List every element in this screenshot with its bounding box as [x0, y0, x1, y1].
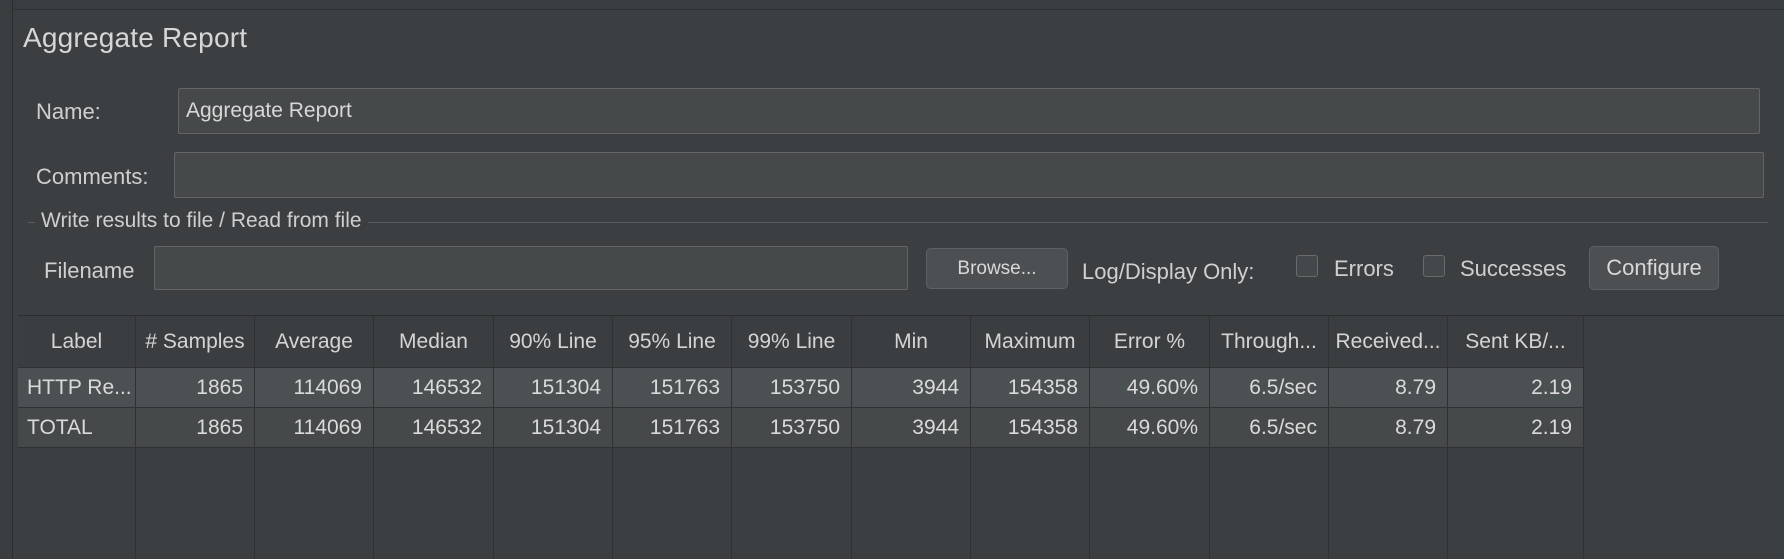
errors-label: Errors — [1334, 256, 1394, 281]
table-cell: 151763 — [613, 408, 732, 448]
empty-column — [732, 448, 852, 559]
comments-field[interactable] — [174, 152, 1764, 198]
empty-column — [255, 448, 374, 559]
table-row[interactable]: TOTAL 1865 114069 146532 151304 151763 153750 3… — [18, 408, 1784, 448]
table-cell: 1865 — [136, 408, 255, 448]
column-header[interactable]: Received... — [1329, 316, 1448, 368]
file-group-title: Write results to file / Read from file — [35, 209, 368, 233]
table-cell: 2.19 — [1448, 368, 1584, 408]
empty-column — [18, 448, 136, 559]
name-label: Name: — [36, 99, 101, 124]
table-cell: 2.19 — [1448, 408, 1584, 448]
column-header[interactable]: Error % — [1090, 316, 1210, 368]
empty-column — [136, 448, 255, 559]
column-header[interactable]: Sent KB/... — [1448, 316, 1584, 368]
column-header[interactable]: Through... — [1210, 316, 1329, 368]
table-cell: 6.5/sec — [1210, 368, 1329, 408]
empty-column — [1090, 448, 1210, 559]
table-cell: TOTAL — [18, 408, 136, 448]
window-top-border — [0, 0, 1784, 10]
empty-column — [613, 448, 732, 559]
page-title: Aggregate Report — [23, 22, 248, 53]
table-cell: 146532 — [374, 408, 494, 448]
table-cell: 8.79 — [1329, 408, 1448, 448]
table-cell: 151304 — [494, 368, 613, 408]
empty-column — [852, 448, 971, 559]
table-cell: 1865 — [136, 368, 255, 408]
filename-field[interactable] — [154, 246, 908, 290]
errors-checkbox[interactable] — [1296, 255, 1318, 277]
table-cell: 8.79 — [1329, 368, 1448, 408]
successes-checkbox[interactable] — [1423, 255, 1445, 277]
column-header[interactable]: 95% Line — [613, 316, 732, 368]
window-left-border — [0, 0, 13, 558]
filename-label: Filename — [44, 258, 135, 283]
table-cell: 114069 — [255, 408, 374, 448]
column-header[interactable]: Maximum — [971, 316, 1090, 368]
column-header[interactable]: # Samples — [136, 316, 255, 368]
column-header[interactable]: Average — [255, 316, 374, 368]
configure-button[interactable]: Configure — [1589, 246, 1719, 290]
table-cell: HTTP Re... — [18, 368, 136, 408]
table-cell: 49.60% — [1090, 408, 1210, 448]
table-empty-area — [18, 448, 1784, 559]
table-header-row: Label # Samples Average Median 90% Line 95% L… — [18, 316, 1784, 368]
browse-button[interactable]: Browse... — [926, 248, 1068, 289]
empty-column — [1329, 448, 1448, 559]
column-header[interactable]: Median — [374, 316, 494, 368]
empty-column — [971, 448, 1090, 559]
table-cell: 153750 — [732, 408, 852, 448]
log-display-only-label: Log/Display Only: — [1082, 259, 1255, 284]
results-table: Label # Samples Average Median 90% Line 95% L… — [18, 315, 1784, 559]
table-cell: 154358 — [971, 368, 1090, 408]
successes-label: Successes — [1460, 256, 1567, 281]
name-field[interactable] — [178, 88, 1760, 134]
table-cell: 154358 — [971, 408, 1090, 448]
table-cell: 114069 — [255, 368, 374, 408]
column-header[interactable]: 90% Line — [494, 316, 613, 368]
table-cell: 153750 — [732, 368, 852, 408]
table-cell: 49.60% — [1090, 368, 1210, 408]
table-row[interactable]: HTTP Re... 1865 114069 146532 151304 151763 15… — [18, 368, 1784, 408]
table-cell: 151304 — [494, 408, 613, 448]
column-header[interactable]: Min — [852, 316, 971, 368]
empty-column — [1210, 448, 1329, 559]
comments-label: Comments: — [36, 164, 149, 189]
column-header[interactable]: 99% Line — [732, 316, 852, 368]
empty-column — [494, 448, 613, 559]
empty-column — [374, 448, 494, 559]
table-cell: 6.5/sec — [1210, 408, 1329, 448]
table-cell: 3944 — [852, 368, 971, 408]
table-cell: 146532 — [374, 368, 494, 408]
table-cell: 3944 — [852, 408, 971, 448]
empty-column — [1448, 448, 1584, 559]
column-header[interactable]: Label — [18, 316, 136, 368]
table-cell: 151763 — [613, 368, 732, 408]
